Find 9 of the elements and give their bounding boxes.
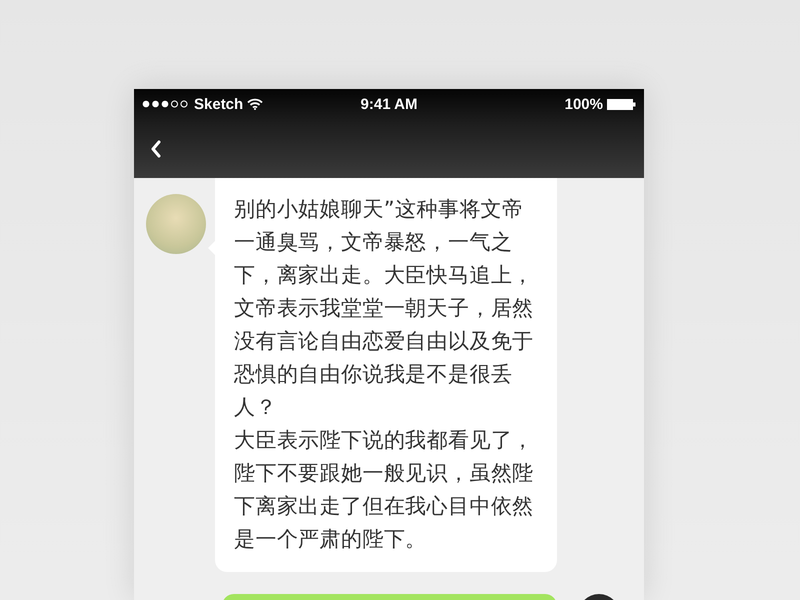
wifi-icon <box>247 98 264 110</box>
status-time: 9:41 AM <box>360 96 418 112</box>
back-chevron-icon[interactable] <box>150 140 162 158</box>
battery-percent: 100% <box>564 96 603 112</box>
battery-icon <box>607 98 636 110</box>
signal-dots-icon <box>142 100 190 108</box>
carrier-name: Sketch <box>194 96 244 112</box>
message-text: 大臣表示陛下说的我都看见了，陛下不要跟她一般见识，虽然陛下离家出走了但在我心目中依然是一个严肃的陛下。 <box>234 427 535 553</box>
message-text: 别的小姑娘聊天”这种事将文帝一通臭骂，文帝暴怒，一气之下，离家出走。大臣快马追上，文帝表示我堂堂一朝天子，居然没有言论自由恋爱自由以及免于恐惧的自由你说我是不是很丢人？ <box>234 196 535 421</box>
